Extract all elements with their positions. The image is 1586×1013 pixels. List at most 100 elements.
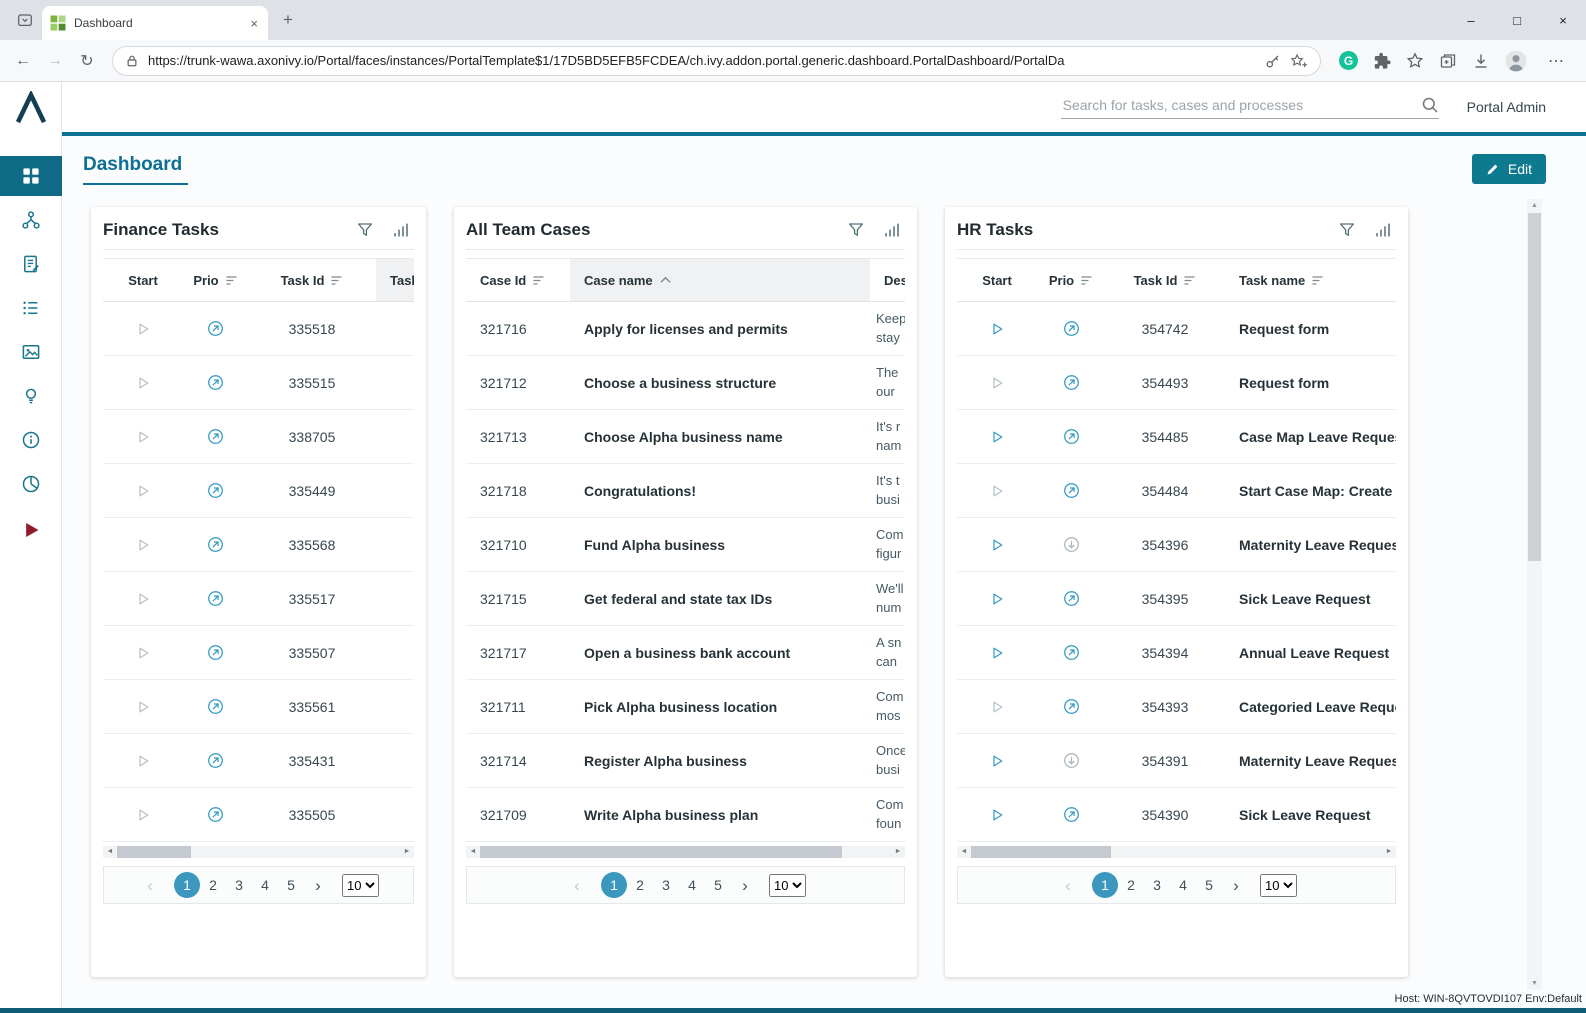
case-row[interactable]: 321717 Open a business bank account A sn… (466, 626, 905, 680)
sidebar-item-statistics[interactable] (0, 464, 62, 504)
dashboard-tab[interactable]: Dashboard (83, 154, 188, 185)
page-number-button[interactable]: 1 (174, 872, 200, 898)
scrollbar-track[interactable] (480, 846, 891, 858)
page-number-button[interactable]: 3 (226, 872, 252, 898)
task-row[interactable]: 354742 Request form (957, 302, 1396, 356)
task-row[interactable]: 335517 (103, 572, 414, 626)
page-number-button[interactable]: 2 (200, 872, 226, 898)
task-row[interactable]: 354485 Case Map Leave Request (957, 410, 1396, 464)
task-row[interactable]: 335515 (103, 356, 414, 410)
page-number-button[interactable]: 3 (1144, 872, 1170, 898)
task-row[interactable]: 335507 (103, 626, 414, 680)
downloads-icon[interactable] (1472, 52, 1490, 70)
task-row[interactable]: 335431 (103, 734, 414, 788)
next-page-button[interactable]: › (1224, 876, 1248, 895)
start-task-button[interactable] (135, 591, 151, 607)
next-page-button[interactable]: › (733, 876, 757, 895)
page-size-select[interactable]: 10 (769, 874, 806, 897)
add-favorite-icon[interactable] (1290, 53, 1308, 69)
scrollbar-thumb[interactable] (971, 846, 1111, 858)
browser-menu-button[interactable]: ⋯ (1542, 50, 1570, 72)
task-row[interactable]: 354393 Categoried Leave Request (957, 680, 1396, 734)
address-bar[interactable]: https://trunk-wawa.axonivy.io/Portal/fac… (112, 46, 1321, 76)
column-header-task-id[interactable]: Task Id (1105, 259, 1225, 301)
scrollbar-thumb[interactable] (117, 846, 191, 858)
sidebar-item-run[interactable] (0, 510, 62, 550)
task-row[interactable]: 335505 (103, 788, 414, 842)
refresh-button[interactable]: ↻ (72, 46, 102, 76)
prev-page-button[interactable]: ‹ (138, 876, 162, 895)
sidebar-item-cases[interactable] (0, 288, 62, 328)
chart-icon[interactable] (390, 219, 412, 241)
column-header-case-name[interactable]: Case name (570, 259, 870, 301)
browser-tab[interactable]: Dashboard × (42, 6, 268, 40)
task-row[interactable]: 354394 Annual Leave Request (957, 626, 1396, 680)
page-number-button[interactable]: 2 (1118, 872, 1144, 898)
maximize-button[interactable]: □ (1494, 0, 1540, 40)
page-size-select[interactable]: 10 (1260, 874, 1297, 897)
new-tab-button[interactable]: + (274, 6, 302, 34)
start-task-button[interactable] (135, 699, 151, 715)
page-number-button[interactable]: 4 (679, 872, 705, 898)
scrollbar-track[interactable] (117, 846, 400, 858)
column-header-prio[interactable]: Prio (183, 259, 248, 301)
horizontal-scrollbar[interactable]: ◄ ► (103, 846, 414, 858)
column-header-start[interactable]: Start (957, 259, 1037, 301)
scroll-right-icon[interactable]: ► (891, 846, 905, 858)
page-size-select[interactable]: 10 (342, 874, 379, 897)
sidebar-item-tasks[interactable] (0, 244, 62, 284)
start-task-button[interactable] (989, 645, 1005, 661)
start-task-button[interactable] (135, 483, 151, 499)
close-window-button[interactable]: × (1540, 0, 1586, 40)
sidebar-item-gallery[interactable] (0, 332, 62, 372)
edit-button[interactable]: Edit (1472, 154, 1546, 184)
start-task-button[interactable] (135, 321, 151, 337)
collections-icon[interactable] (1439, 52, 1457, 70)
horizontal-scrollbar[interactable]: ◄ ► (957, 846, 1396, 858)
case-row[interactable]: 321718 Congratulations! It's tbusi (466, 464, 905, 518)
start-task-button[interactable] (989, 591, 1005, 607)
start-task-button[interactable] (135, 807, 151, 823)
start-task-button[interactable] (989, 321, 1005, 337)
task-row[interactable]: 354493 Request form (957, 356, 1396, 410)
user-menu[interactable]: Portal Admin (1467, 99, 1546, 115)
scrollbar-thumb[interactable] (480, 846, 842, 858)
start-task-button[interactable] (135, 375, 151, 391)
case-row[interactable]: 321712 Choose a business structure Theou… (466, 356, 905, 410)
task-row[interactable]: 338705 (103, 410, 414, 464)
prev-page-button[interactable]: ‹ (1056, 876, 1080, 895)
page-number-button[interactable]: 4 (1170, 872, 1196, 898)
page-number-button[interactable]: 4 (252, 872, 278, 898)
task-row[interactable]: 335568 (103, 518, 414, 572)
case-row[interactable]: 321714 Register Alpha business Oncebusi (466, 734, 905, 788)
column-header-task-name[interactable]: Task name (376, 259, 414, 301)
search-input[interactable] (1061, 96, 1413, 114)
tab-actions-button[interactable] (10, 5, 40, 35)
start-task-button[interactable] (989, 483, 1005, 499)
filter-icon[interactable] (1336, 219, 1358, 241)
start-task-button[interactable] (989, 807, 1005, 823)
sidebar-item-processes[interactable] (0, 200, 62, 240)
scroll-down-icon[interactable]: ▼ (1527, 980, 1542, 987)
global-search[interactable] (1061, 96, 1439, 119)
start-task-button[interactable] (989, 699, 1005, 715)
page-number-button[interactable]: 5 (278, 872, 304, 898)
profile-avatar[interactable] (1505, 50, 1527, 72)
column-header-start[interactable]: Start (103, 259, 183, 301)
column-header-case-id[interactable]: Case Id (466, 259, 570, 301)
sidebar-item-info[interactable] (0, 420, 62, 460)
page-number-button[interactable]: 3 (653, 872, 679, 898)
horizontal-scrollbar[interactable]: ◄ ► (466, 846, 905, 858)
next-page-button[interactable]: › (306, 876, 330, 895)
task-row[interactable]: 354484 Start Case Map: Create Lea (957, 464, 1396, 518)
start-task-button[interactable] (135, 537, 151, 553)
filter-icon[interactable] (354, 219, 376, 241)
page-scrollbar-thumb[interactable] (1528, 213, 1541, 561)
case-row[interactable]: 321715 Get federal and state tax IDs We'… (466, 572, 905, 626)
case-row[interactable]: 321709 Write Alpha business plan Comfoun (466, 788, 905, 842)
task-row[interactable]: 354395 Sick Leave Request (957, 572, 1396, 626)
start-task-button[interactable] (989, 375, 1005, 391)
task-row[interactable]: 354391 Maternity Leave Request (957, 734, 1396, 788)
grammarly-icon[interactable]: G (1339, 51, 1358, 70)
scroll-left-icon[interactable]: ◄ (103, 846, 117, 858)
